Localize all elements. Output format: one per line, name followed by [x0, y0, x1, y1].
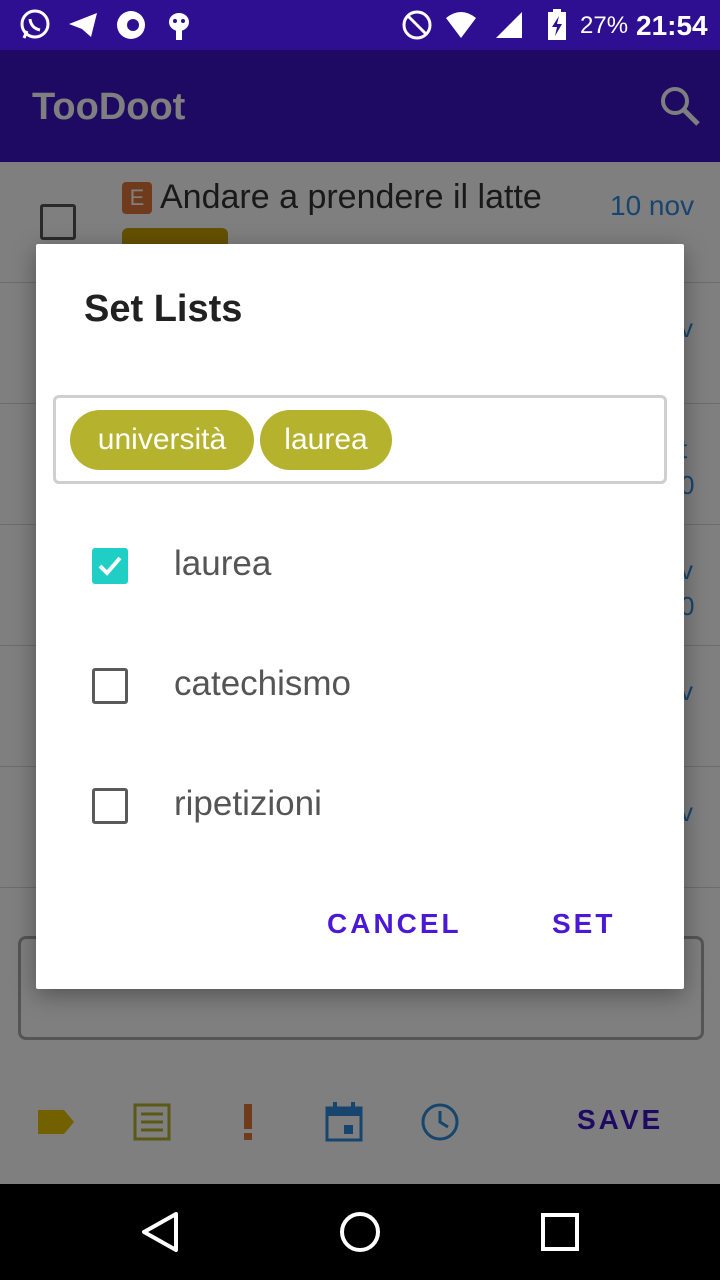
set-button[interactable]: SET [552, 908, 615, 940]
navigation-bar [0, 1184, 720, 1280]
option-label: ripetizioni [174, 784, 322, 823]
home-icon[interactable] [338, 1210, 382, 1254]
set-lists-dialog: Set Lists università laurea laurea catec… [36, 244, 684, 989]
telegram-icon [69, 13, 97, 37]
option-label: catechismo [174, 664, 352, 703]
whatsapp-icon [20, 9, 50, 39]
battery-charging-icon [548, 9, 566, 40]
do-not-disturb-icon [402, 10, 432, 40]
option-label: laurea [174, 544, 272, 583]
option-laurea[interactable]: laurea [36, 506, 684, 626]
option-ripetizioni[interactable]: ripetizioni [36, 746, 684, 866]
cancel-button[interactable]: CANCEL [327, 908, 462, 940]
android-bug-icon [169, 13, 189, 40]
checkbox[interactable] [92, 668, 128, 704]
chip-laurea[interactable]: laurea [260, 410, 392, 470]
battery-percent: 27% [580, 12, 629, 39]
back-icon[interactable] [138, 1210, 182, 1254]
status-bar: 27% 21:54 [0, 0, 720, 50]
chips-input[interactable]: università laurea [53, 395, 667, 484]
checkbox[interactable] [92, 788, 128, 824]
signal-icon [496, 12, 522, 38]
wifi-icon [446, 12, 476, 38]
option-catechismo[interactable]: catechismo [36, 626, 684, 746]
chip-universita[interactable]: università [70, 410, 254, 470]
screen: 27% 21:54 TooDoot E Andare a prendere il… [0, 0, 720, 1280]
firefox-icon [117, 11, 145, 39]
recents-icon[interactable] [538, 1210, 582, 1254]
dialog-title: Set Lists [84, 288, 243, 330]
check-icon [98, 556, 122, 576]
clock: 21:54 [636, 10, 708, 41]
checkbox-checked[interactable] [92, 548, 128, 584]
